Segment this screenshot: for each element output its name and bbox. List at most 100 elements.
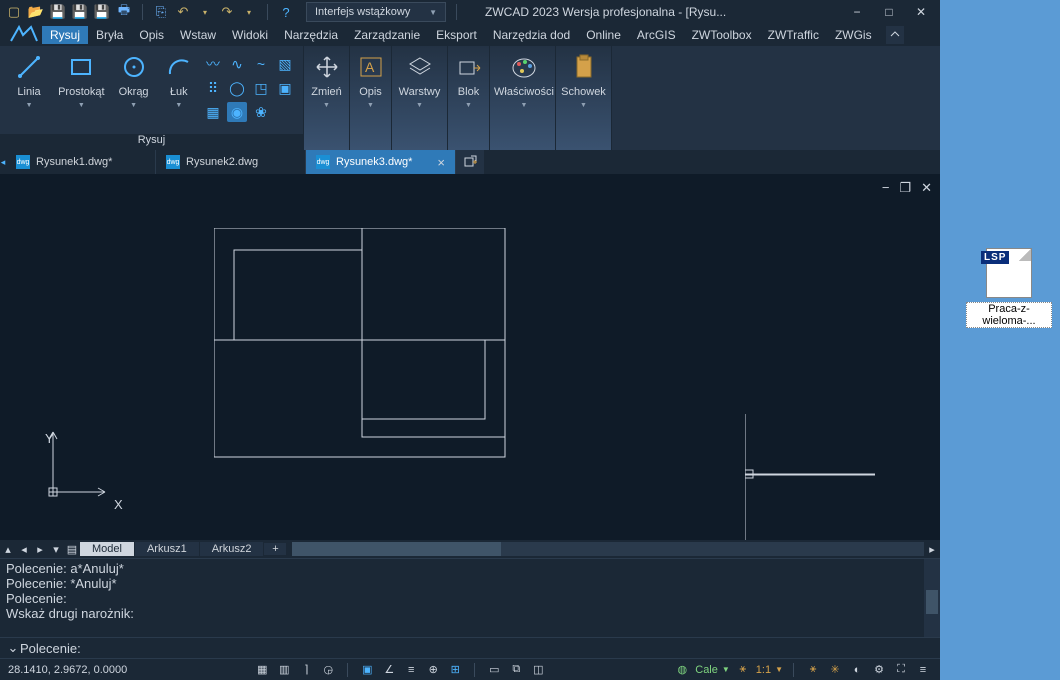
layers-button[interactable]: Warstwy ▼ <box>396 52 443 109</box>
tab-tools[interactable]: Narzędzia <box>276 26 346 44</box>
tab-views[interactable]: Widoki <box>224 26 276 44</box>
chevron-down-icon[interactable]: ▼ <box>722 665 730 674</box>
chevron-down-icon[interactable]: ▼ <box>775 665 783 674</box>
otrack-icon[interactable]: ∠ <box>380 661 398 679</box>
doctab-rysunek3[interactable]: dwg Rysunek3.dwg* × <box>306 150 456 174</box>
tab-solid[interactable]: Bryła <box>88 26 131 44</box>
spline-icon[interactable]: ∿ <box>227 54 247 74</box>
scroll-right-button[interactable]: ▸ <box>924 541 940 557</box>
transparency-plus-icon[interactable]: ⊕ <box>424 661 442 679</box>
saveas-icon[interactable]: 💾 <box>72 4 88 20</box>
point-grid-icon[interactable]: ⠿ <box>203 78 223 98</box>
tab-online[interactable]: Online <box>578 26 629 44</box>
tab-annotate[interactable]: Opis <box>131 26 172 44</box>
maximize-button[interactable]: □ <box>880 3 898 21</box>
osnap-icon[interactable]: ▣ <box>358 661 376 679</box>
clipboard-button[interactable]: Schowek ▼ <box>560 52 607 109</box>
properties-button[interactable]: Właściwości ▼ <box>494 52 554 109</box>
scrollbar-thumb[interactable] <box>292 542 500 556</box>
save-icon[interactable]: 💾 <box>50 4 66 20</box>
annotation-visibility-icon[interactable]: ⚹ <box>804 661 822 679</box>
help-icon[interactable]: ? <box>278 4 294 20</box>
command-history[interactable]: Polecenie: a*Anuluj* Polecenie: *Anuluj*… <box>0 559 940 637</box>
arc-button[interactable]: Łuk ▼ <box>163 52 195 109</box>
tab-zwtoolbox[interactable]: ZWToolbox <box>684 26 760 44</box>
scrollbar-thumb[interactable] <box>926 590 938 613</box>
new-tab-button[interactable] <box>456 150 484 174</box>
revision-cloud-icon[interactable]: ❀ <box>251 102 271 122</box>
table-icon[interactable]: ▦ <box>203 102 223 122</box>
units-indicator-icon[interactable]: ◍ <box>673 661 691 679</box>
layout-nav-prev[interactable]: ◂ <box>16 541 32 557</box>
vp-close-button[interactable]: ✕ <box>921 180 932 196</box>
ui-mode-dropdown[interactable]: Interfejs wstążkowy ▼ <box>306 2 446 22</box>
horizontal-scrollbar[interactable] <box>292 542 924 556</box>
dynamic-input-icon[interactable]: ⊞ <box>446 661 464 679</box>
close-tab-icon[interactable]: × <box>437 155 445 170</box>
selection-cycle-icon[interactable]: ⧉ <box>507 661 525 679</box>
polyline-icon[interactable]: 〰 <box>203 54 223 74</box>
undo-icon[interactable]: ↶ <box>175 4 191 20</box>
redo-icon[interactable]: ↷ <box>219 4 235 20</box>
saveall-icon[interactable]: 💾 <box>94 4 110 20</box>
minimize-button[interactable]: − <box>848 3 866 21</box>
vp-restore-button[interactable]: ❐ <box>899 180 911 196</box>
annotate-button[interactable]: A Opis ▼ <box>354 52 387 109</box>
layout-nav-next[interactable]: ▸ <box>32 541 48 557</box>
snap-icon[interactable]: ▥ <box>275 661 293 679</box>
cycle-icon[interactable]: ▭ <box>485 661 503 679</box>
units-label[interactable]: Cale <box>695 664 718 676</box>
scale-label[interactable]: 1:1 <box>756 664 771 676</box>
tab-zwtraffic[interactable]: ZWTraffic <box>760 26 827 44</box>
ellipse-icon[interactable]: ◯ <box>227 78 247 98</box>
layout-add-button[interactable]: + <box>264 543 286 555</box>
cut-icon[interactable]: ⎘ <box>153 4 169 20</box>
layout-nav-first[interactable]: ▴ <box>0 541 16 557</box>
tab-zwgis[interactable]: ZWGis <box>827 26 880 44</box>
misc-shape-icon[interactable]: ◳ <box>251 78 271 98</box>
layout-tab-model[interactable]: Model <box>80 542 135 556</box>
tab-arcgis[interactable]: ArcGIS <box>629 26 684 44</box>
isolate-icon[interactable]: ◐ <box>848 661 866 679</box>
undo-menu-icon[interactable]: ▾ <box>197 4 213 20</box>
annotation-scale-icon[interactable]: ⚹ <box>734 661 752 679</box>
layout-tab-arkusz1[interactable]: Arkusz1 <box>135 542 200 556</box>
command-prompt[interactable]: Polecenie: <box>20 641 934 656</box>
polar-icon[interactable]: ◶ <box>319 661 337 679</box>
close-button[interactable]: ✕ <box>912 3 930 21</box>
doctab-rysunek1[interactable]: dwg Rysunek1.dwg* <box>6 150 156 174</box>
layout-tab-arkusz2[interactable]: Arkusz2 <box>200 542 265 556</box>
fullscreen-icon[interactable]: ⛶ <box>892 661 910 679</box>
open-icon[interactable]: 📂 <box>28 4 44 20</box>
coordinates-readout[interactable]: 28.1410, 2.9672, 0.0000 <box>8 664 127 676</box>
new-icon[interactable]: ▢ <box>6 4 22 20</box>
rectangle-button[interactable]: Prostokąt ▼ <box>58 52 104 109</box>
line-button[interactable]: Linia ▼ <box>8 52 50 109</box>
region-icon[interactable]: ▣ <box>275 78 295 98</box>
workspace-icon[interactable]: ◫ <box>529 661 547 679</box>
tab-insert[interactable]: Wstaw <box>172 26 224 44</box>
grid-icon[interactable]: ▦ <box>253 661 271 679</box>
app-logo[interactable] <box>6 24 42 46</box>
command-scrollbar[interactable] <box>924 559 940 637</box>
layout-list-icon[interactable]: ▤ <box>64 541 80 557</box>
vp-minimize-button[interactable]: − <box>882 180 890 196</box>
collapse-ribbon-button[interactable] <box>886 26 904 44</box>
tab-manage[interactable]: Zarządzanie <box>346 26 428 44</box>
tab-draw[interactable]: Rysuj <box>42 26 88 44</box>
donut-icon[interactable]: ◉ <box>227 102 247 122</box>
command-expand-icon[interactable]: ⌄ <box>6 640 20 656</box>
ortho-icon[interactable]: ⌉ <box>297 661 315 679</box>
tab-addon-tools[interactable]: Narzędzia dod <box>485 26 578 44</box>
circle-button[interactable]: Okrąg ▼ <box>113 52 155 109</box>
drawing-viewport[interactable]: − ❐ ✕ Y X <box>0 174 940 540</box>
hatch-icon[interactable]: ▧ <box>275 54 295 74</box>
print-icon[interactable]: 🖶 <box>116 4 132 20</box>
desktop-file-lsp[interactable]: LSP Praca-z-wieloma-... <box>966 248 1052 328</box>
modify-button[interactable]: Zmień ▼ <box>308 52 345 109</box>
lineweight-icon[interactable]: ≡ <box>402 661 420 679</box>
tab-export[interactable]: Eksport <box>428 26 485 44</box>
block-button[interactable]: Blok ▼ <box>452 52 485 109</box>
redo-menu-icon[interactable]: ▾ <box>241 4 257 20</box>
hardware-accel-icon[interactable]: ⚙ <box>870 661 888 679</box>
